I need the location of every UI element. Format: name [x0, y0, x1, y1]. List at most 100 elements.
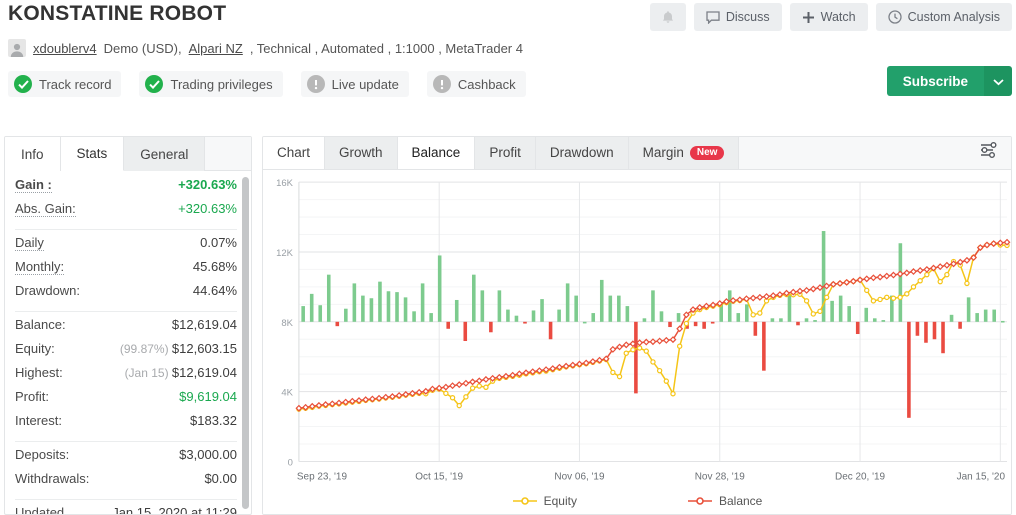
chart-bar: [702, 321, 706, 329]
status-badge-label: Cashback: [457, 76, 516, 92]
tab-stats[interactable]: Stats: [60, 137, 125, 171]
stat-row: Profit: $9,619.04: [15, 389, 237, 413]
tab-drawdown[interactable]: Drawdown: [535, 137, 629, 169]
tab-growth[interactable]: Growth: [325, 137, 398, 169]
chart-bar: [599, 279, 604, 322]
chart-bar: [924, 321, 928, 343]
balance-chart[interactable]: 0 4K 8K 12K 16K Sep 23, '19 Oct 15, '19 Nov 06,…: [263, 170, 1011, 514]
series-marker: [636, 345, 643, 351]
series-marker: [623, 350, 629, 356]
x-tick-label: Sep 23, '19: [297, 472, 347, 483]
legend-item-equity[interactable]: Equity: [512, 494, 577, 508]
legend-marker-icon: [512, 496, 538, 506]
stat-row: Highest: (Jan 15) $12,619.04: [15, 365, 237, 389]
main-content: Info Stats General Gain : +320.63% Abs. Gain…: [0, 136, 1016, 515]
chart-bar: [830, 300, 834, 322]
discuss-button[interactable]: Discuss: [693, 3, 782, 31]
chart-bar: [915, 321, 920, 336]
y-tick-label: 4K: [281, 388, 293, 399]
series-marker: [943, 261, 951, 269]
series-marker: [643, 348, 649, 354]
series-marker: [649, 338, 657, 346]
series-marker: [650, 359, 656, 365]
legend-item-balance[interactable]: Balance: [687, 494, 762, 508]
status-badge-live-update[interactable]: Live update: [300, 71, 409, 97]
tab-label: Drawdown: [549, 145, 614, 161]
series-marker: [442, 383, 450, 391]
stat-value: $0.00: [204, 471, 237, 486]
series-marker: [763, 292, 770, 300]
subscribe-dropdown-button[interactable]: [984, 66, 1012, 96]
legend-marker-icon: [687, 496, 713, 506]
tabs-spacer: [739, 137, 967, 169]
subscribe-group: Subscribe: [886, 66, 1012, 96]
tab-balance[interactable]: Balance: [397, 137, 476, 169]
custom-analysis-button[interactable]: Custom Analysis: [875, 3, 1012, 31]
series-marker: [656, 367, 663, 374]
chart-bar: [369, 298, 374, 322]
status-badge-track-record[interactable]: Track record: [8, 71, 122, 97]
series-marker: [916, 266, 924, 274]
x-tick-label: Oct 15, '19: [415, 472, 463, 483]
series-marker: [944, 271, 950, 278]
chart-bar: [352, 283, 357, 322]
tab-margin[interactable]: Margin New: [628, 137, 740, 169]
chart-bar: [429, 312, 433, 322]
series-marker: [449, 382, 456, 390]
stat-label: Balance:: [15, 317, 66, 332]
chart-bar: [966, 297, 971, 322]
chart-bar: [736, 312, 741, 322]
chart-bar: [625, 306, 630, 322]
series-marker: [816, 284, 824, 291]
stat-row: Drawdown: 44.64%: [15, 283, 237, 307]
stat-value: (Jan 15) $12,619.04: [124, 365, 237, 380]
series-marker: [817, 308, 823, 314]
chart-bar: [1000, 320, 1005, 323]
chart-bar: [301, 306, 305, 322]
chart-bar: [557, 309, 561, 322]
new-badge: New: [689, 145, 725, 160]
stat-row: Updated Jan 15, 2020 at 11:29: [15, 505, 237, 514]
chart-bar: [796, 321, 800, 326]
tab-info[interactable]: Info: [5, 137, 61, 171]
series-marker: [910, 284, 917, 290]
series-marker: [863, 275, 871, 283]
stat-label[interactable]: Monthly:: [15, 259, 65, 275]
stat-label: Highest:: [15, 365, 63, 380]
series-marker: [803, 286, 811, 294]
stat-value-note: (99.87%): [119, 342, 172, 356]
info-panel-scrollbar[interactable]: [242, 177, 249, 509]
stat-label[interactable]: Abs. Gain:: [15, 201, 76, 217]
chart-bar: [335, 321, 340, 327]
chart-bar: [497, 290, 502, 322]
notifications-button[interactable]: [649, 3, 686, 31]
series-marker: [443, 390, 449, 397]
x-tick-label: Jan 15, '20: [957, 472, 1006, 483]
chart-settings-button[interactable]: [967, 137, 1011, 169]
tab-general[interactable]: General: [124, 137, 206, 171]
stat-value: 45.68%: [192, 259, 237, 274]
series-marker: [642, 338, 650, 346]
account-broker-link[interactable]: Alpari NZ: [189, 41, 243, 56]
chart-bar: [804, 318, 809, 322]
tab-profit[interactable]: Profit: [475, 137, 536, 169]
series-marker: [462, 379, 470, 387]
stat-label[interactable]: Gain :: [15, 177, 52, 193]
stat-value: +320.63%: [178, 177, 237, 192]
status-badge-trading-privileges[interactable]: Trading privileges: [139, 71, 283, 97]
stat-label[interactable]: Daily: [15, 235, 44, 251]
tab-chart[interactable]: Chart: [263, 137, 326, 169]
account-type: Demo (USD),: [103, 40, 182, 56]
chart-legend: Equity Balance: [263, 494, 1011, 508]
series-marker: [610, 369, 616, 376]
series-marker: [924, 271, 930, 278]
watch-button[interactable]: Watch: [789, 3, 868, 31]
stat-row: Daily 0.07%: [15, 235, 237, 259]
chart-bar: [872, 318, 877, 322]
subscribe-button[interactable]: Subscribe: [886, 66, 984, 96]
status-badge-cashback[interactable]: Cashback: [426, 71, 526, 97]
sliders-icon: [979, 141, 999, 164]
account-username-link[interactable]: xdoublerv4: [33, 41, 97, 56]
tab-label: Growth: [339, 145, 383, 161]
series-marker: [482, 375, 490, 383]
